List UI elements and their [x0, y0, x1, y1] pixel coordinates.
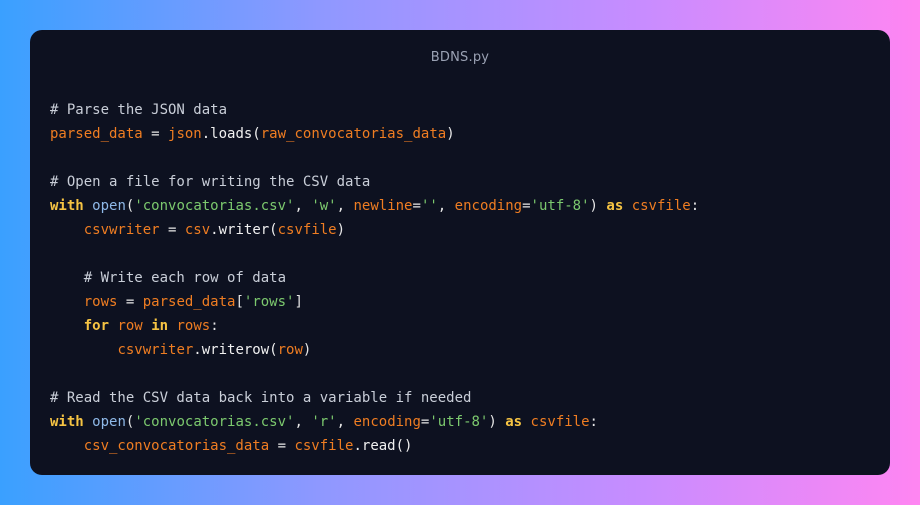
code-token-plain: )	[302, 342, 312, 358]
code-token-plain: :	[210, 318, 219, 334]
code-line: # Parse the JSON data	[50, 98, 870, 122]
code-token-var: csvfile	[294, 438, 354, 454]
code-token-var: row	[117, 318, 143, 334]
code-token-var: raw_convocatorias_data	[260, 126, 447, 142]
code-token-var: json	[168, 126, 202, 142]
code-line: with open('convocatorias.csv', 'r', enco…	[50, 410, 870, 434]
code-token-plain: [	[235, 294, 244, 310]
code-token-str: 'convocatorias.csv'	[134, 414, 295, 430]
code-token-plain: ,	[336, 198, 354, 214]
code-token-plain: =	[269, 438, 295, 454]
code-token-comment: # Read the CSV data back into a variable…	[50, 390, 472, 406]
code-block[interactable]: # Parse the JSON data parsed_data = json.…	[50, 98, 870, 458]
code-token-comment: # Write each row of data	[50, 270, 287, 286]
code-token-plain: ,	[294, 414, 312, 430]
code-token-plain: )	[488, 414, 506, 430]
code-token-plain: ,	[437, 198, 455, 214]
code-token-var: encoding	[454, 198, 523, 214]
code-token-kw: as	[606, 198, 624, 214]
code-token-str: 'utf-8'	[429, 414, 489, 430]
code-token-plain: )	[336, 222, 346, 238]
code-line: # Write each row of data	[50, 266, 870, 290]
code-token-fn: .writerow(	[193, 342, 278, 358]
code-token-var: parsed_data	[142, 294, 236, 310]
code-token-comment: # Open a file for writing the CSV data	[50, 174, 371, 190]
code-token-str: 'convocatorias.csv'	[134, 198, 295, 214]
code-token-plain: =	[117, 294, 143, 310]
code-token-str: ''	[420, 198, 438, 214]
code-token-str: 'rows'	[243, 294, 295, 310]
code-token-plain: ,	[294, 198, 312, 214]
code-token-var: csvwriter	[117, 342, 194, 358]
code-line: parsed_data = json.loads(raw_convocatori…	[50, 122, 870, 146]
code-token-plain: :	[589, 414, 598, 430]
code-token-fn: .read()	[353, 438, 413, 454]
code-token-var: newline	[353, 198, 413, 214]
code-token-var: rows	[176, 318, 211, 334]
code-token-var: parsed_data	[50, 126, 143, 142]
code-token-plain: =	[142, 126, 169, 142]
code-token-var: csvfile	[631, 198, 691, 214]
code-line: for row in rows:	[50, 314, 870, 338]
code-token-kw: as	[505, 414, 523, 430]
code-token-var: csvfile	[277, 222, 337, 238]
code-line: with open('convocatorias.csv', 'w', newl…	[50, 194, 870, 218]
code-token-plain: =	[522, 198, 531, 214]
code-line: rows = parsed_data['rows']	[50, 290, 870, 314]
file-title: BDNS.py	[430, 50, 490, 65]
code-line: csvwriter = csv.writer(csvfile)	[50, 218, 870, 242]
code-token-var: csvfile	[530, 414, 590, 430]
code-line: # Open a file for writing the CSV data	[50, 170, 870, 194]
code-token-fn: .loads(	[201, 126, 261, 142]
code-token-plain: ,	[336, 414, 354, 430]
code-token-plain: )	[589, 198, 607, 214]
code-token-kw: with	[50, 198, 84, 214]
code-line: csvwriter.writerow(row)	[50, 338, 870, 362]
code-token-fn: .writer(	[210, 222, 278, 238]
code-token-var: csv	[184, 222, 211, 238]
code-token-var: rows	[83, 294, 118, 310]
code-token-builtin: open	[92, 414, 126, 430]
code-token-var: row	[277, 342, 303, 358]
code-token-comment: # Parse the JSON data	[50, 102, 228, 118]
code-token-kw: with	[50, 414, 84, 430]
code-token-var: csvwriter	[83, 222, 160, 238]
code-token-var: encoding	[353, 414, 421, 430]
code-window: BDNS.py # Parse the JSON data parsed_data…	[30, 30, 890, 475]
code-token-plain: ]	[294, 294, 303, 310]
code-token-str: 'utf-8'	[530, 198, 590, 214]
code-token-plain: )	[446, 126, 455, 142]
code-token-str: 'w'	[311, 198, 337, 214]
code-token-plain: =	[159, 222, 185, 238]
code-token-plain: =	[412, 198, 421, 214]
code-line: csv_convocatorias_data = csvfile.read()	[50, 434, 870, 458]
code-line: # Read the CSV data back into a variable…	[50, 386, 870, 410]
code-token-plain: :	[690, 198, 700, 214]
code-token-var: csv_convocatorias_data	[83, 438, 270, 454]
code-token-kw: for	[83, 318, 110, 334]
code-token-kw: in	[151, 318, 169, 334]
code-token-builtin: open	[92, 198, 126, 214]
code-token-str: 'r'	[311, 414, 337, 430]
